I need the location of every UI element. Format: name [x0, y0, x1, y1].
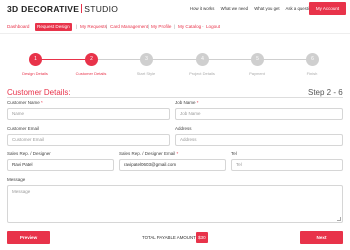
job-name-input[interactable]: Job Name	[175, 108, 343, 120]
customer-name-input[interactable]: Name	[7, 108, 170, 120]
subnav-logout[interactable]: Logout	[206, 23, 220, 31]
total-amount-badge: $30	[196, 232, 208, 243]
address-input[interactable]: Address	[175, 134, 343, 146]
step-circle-4: 4	[196, 53, 209, 66]
address-label: Address	[175, 126, 192, 131]
step-circle-2[interactable]: 2	[85, 53, 98, 66]
step-label-6: Finish	[306, 71, 318, 76]
message-textarea[interactable]: Message	[7, 185, 343, 223]
sub-navigation: Dashboard Request Design | My Requests |…	[0, 20, 350, 34]
tel-label: Tel	[231, 151, 237, 156]
stepper-track-done	[35, 59, 91, 60]
subnav-separator: |	[106, 24, 108, 29]
form-step-indicator: Step 2 - 6	[308, 88, 343, 97]
subnav-my-requests[interactable]: My Requests	[80, 23, 107, 31]
step-label-2: Customer Details	[75, 71, 107, 76]
customer-email-input[interactable]: Customer Email	[7, 134, 170, 146]
step-circle-6: 6	[306, 53, 319, 66]
step-circle-5: 5	[251, 53, 264, 66]
progress-stepper: 1 2 3 4 5 6 Design Details Customer Deta…	[0, 49, 350, 81]
step-circle-1[interactable]: 1	[29, 53, 42, 66]
form-divider	[7, 97, 343, 98]
nav-what-we-need[interactable]: What we need	[221, 6, 248, 11]
subnav-request-design[interactable]: Request Design	[35, 23, 72, 31]
subnav-separator: |	[174, 24, 176, 29]
step-label-1: Design Details	[22, 71, 48, 76]
sales-rep-label: Sales Rep. / Designer	[7, 151, 51, 156]
subnav-dashboard[interactable]: Dashboard	[7, 23, 29, 31]
step-circle-3: 3	[140, 53, 153, 66]
tel-input[interactable]: Tel	[231, 159, 343, 171]
sales-rep-input[interactable]: Ravi Patel	[7, 159, 114, 171]
subnav-card-management[interactable]: Card Management	[110, 23, 148, 31]
subnav-separator: |	[148, 24, 150, 29]
step-label-3: Start Style	[136, 71, 156, 76]
top-nav: How it works What we need What you get A…	[190, 6, 319, 11]
sales-rep-email-label: Sales Rep. / Designer Email *	[119, 151, 179, 156]
resize-grip-icon[interactable]	[337, 217, 341, 221]
job-name-label: Job Name *	[175, 100, 199, 105]
step-label-4: Project Details	[189, 71, 215, 76]
subnav-my-profile[interactable]: My Profile	[151, 23, 171, 31]
subnav-my-catalog[interactable]: My Catalog	[178, 23, 201, 31]
brand-sub-text: STUDIO	[84, 4, 119, 14]
customer-email-label: Customer Email	[7, 126, 40, 131]
step-label-5: Payment	[249, 71, 265, 76]
subnav-separator: |	[76, 24, 78, 29]
message-label: Message	[7, 177, 26, 182]
top-header: 3D DECORATIVE STUDIO How it works What we…	[0, 0, 350, 19]
message-placeholder: Message	[12, 189, 31, 194]
total-payable-label: TOTAL PAYABLE AMOUNT	[142, 235, 196, 240]
brand-divider	[81, 4, 83, 13]
my-account-button[interactable]: My Account	[309, 2, 346, 15]
sales-rep-email-input[interactable]: ravipatel0603@gmail.com	[119, 159, 226, 171]
next-button[interactable]: Next	[300, 231, 343, 244]
form-title: Customer Details:	[7, 88, 71, 97]
preview-button[interactable]: Preview	[7, 231, 50, 244]
customer-name-label: Customer Name *	[7, 100, 43, 105]
nav-how-it-works[interactable]: How it works	[190, 6, 214, 11]
nav-what-you-get[interactable]: What you get	[254, 6, 279, 11]
brand-logo[interactable]: 3D DECORATIVE STUDIO	[7, 4, 118, 14]
brand-main-text: 3D DECORATIVE	[7, 4, 80, 14]
subnav-separator: -	[202, 24, 204, 29]
